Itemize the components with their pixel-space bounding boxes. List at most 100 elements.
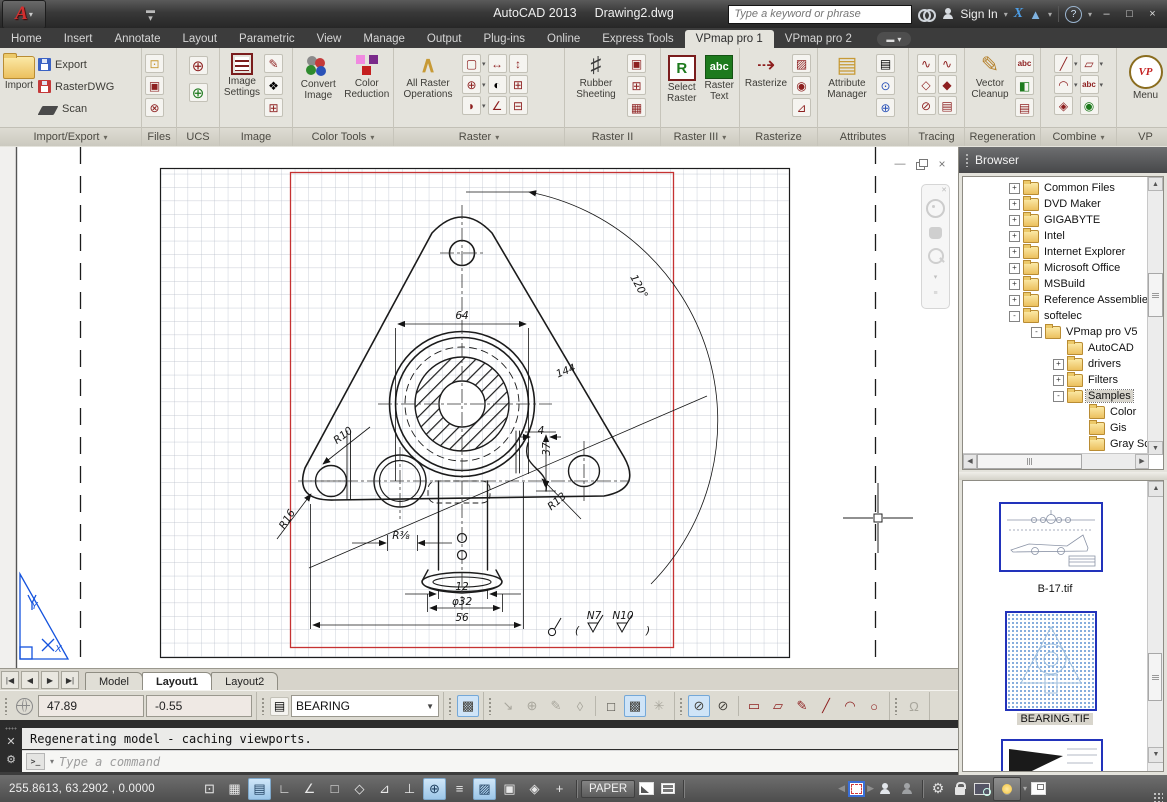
workspace-gear-icon[interactable]: ⚙ [927,779,949,799]
expand-icon[interactable]: + [1009,183,1020,194]
tree-item-gis[interactable]: Gis [963,420,1147,436]
navigation-bar[interactable]: ✕ ▾ ≡ [921,184,950,309]
hardware-acceleration-icon[interactable] [971,779,993,799]
ortho-mode-toggle[interactable]: ∟ [273,778,296,800]
help-icon[interactable]: ? [1065,6,1082,23]
steering-wheel-icon[interactable] [926,199,945,218]
raster-angle-button[interactable]: ∠ [488,96,507,115]
regen-fill-button[interactable]: ◧ [1015,76,1034,95]
chevron-down-icon[interactable]: ▾ [1074,60,1078,68]
object-snap-toggle[interactable]: □ [323,778,346,800]
tree-item-drivers[interactable]: +drivers [963,356,1147,372]
prev-viewport-icon[interactable]: ◀ [838,783,845,794]
ribbon-display-toggle[interactable]: ▬▾ [877,32,911,46]
draw-pen-button[interactable]: ✎ [791,695,813,717]
last-tab-icon[interactable]: ▶| [61,671,79,689]
tree-horizontal-scrollbar[interactable]: ◀ ▶ [963,453,1149,469]
regen-text-button[interactable]: abc [1015,54,1034,73]
image-settings-button[interactable]: Image Settings [223,50,261,98]
chevron-down-icon[interactable]: ▾ [1100,60,1104,68]
collapse-icon[interactable]: - [1031,327,1042,338]
raster-entity-select-button[interactable]: ▩ [457,695,479,717]
all-raster-operations-button[interactable]: ∧ All Raster Operations [397,50,459,100]
clean-screen-icon[interactable] [1027,779,1049,799]
draw-polygon-button[interactable]: ▱ [767,695,789,717]
polar-tracking-toggle[interactable]: ∠ [298,778,321,800]
panel-label-vp[interactable]: VP [1117,127,1167,146]
raster-deskew-button[interactable]: ◗ [462,96,481,115]
scrollbar-thumb[interactable] [1148,653,1162,701]
panel-label-import-export[interactable]: Import/Export▾ [0,127,141,146]
collapse-icon[interactable]: - [1053,391,1064,402]
exchange-apps-icon[interactable]: X [1014,6,1023,22]
drag-grip-icon[interactable] [488,697,492,715]
navbar-menu-icon[interactable]: ≡ [933,290,937,297]
layout-tab-layout1[interactable]: Layout1 [142,672,212,691]
panel-label-combine[interactable]: Combine▾ [1041,127,1116,146]
raster-frame-button[interactable]: ⊞ [509,75,528,94]
panel-label-image[interactable]: Image [220,127,292,146]
expand-icon[interactable]: + [1009,199,1020,210]
3d-object-snap-toggle[interactable]: ◇ [348,778,371,800]
viewport-preview-icon[interactable] [845,779,867,799]
viewport-restore-icon[interactable] [914,159,928,171]
tree-item-vpmap-pro-v5[interactable]: -VPmap pro V5 [963,324,1147,340]
image-palette-button[interactable]: ❖ [264,76,283,95]
selection-cycling-toggle[interactable]: ◈ [523,778,546,800]
chevron-down-icon[interactable]: ▾ [934,273,938,281]
trace-area-fill-button[interactable]: ◆ [938,75,957,94]
collapse-icon[interactable]: - [1009,311,1020,322]
combine-hatch-button[interactable]: ◈ [1054,96,1073,115]
ribbon-tab-online[interactable]: Online [536,30,591,48]
attribute-settings-button[interactable]: ⊕ [876,98,895,117]
rasterize-page-button[interactable]: ▨ [792,54,811,73]
combine-circle-button[interactable]: ◉ [1080,96,1099,115]
sign-in-button[interactable]: Sign In [960,7,997,21]
drag-grip-icon[interactable] [5,727,17,730]
ribbon-tab-manage[interactable]: Manage [352,30,416,48]
grid-display-toggle[interactable]: ▤ [248,778,271,800]
command-input[interactable]: Type a command [59,755,160,769]
tree-item-filters[interactable]: +Filters [963,372,1147,388]
thumbnail-b17[interactable] [999,502,1103,572]
layout-icon[interactable] [635,779,657,799]
lineweight-toggle[interactable]: ≡ [448,778,471,800]
chevron-down-icon[interactable]: ▾ [482,81,486,89]
thumbnail-vertical-scrollbar[interactable]: ▲ ▼ [1147,481,1163,771]
snap-raster-off-button[interactable]: ⊘ [688,695,710,717]
ribbon-tab-output[interactable]: Output [416,30,473,48]
application-menu-button[interactable]: A ▾ [2,0,46,29]
scroll-down-icon[interactable]: ▼ [1148,441,1163,455]
isolate-objects-bulb-icon[interactable] [993,777,1021,801]
prev-tab-icon[interactable]: ◀ [21,671,39,689]
file-tools-button[interactable]: ⊗ [145,98,164,117]
chevron-down-icon[interactable]: ▾ [482,60,486,68]
transparency-toggle[interactable]: ▨ [473,778,496,800]
raster-move-h-button[interactable]: ↔ [488,54,507,73]
ribbon-tab-annotate[interactable]: Annotate [103,30,171,48]
tree-vertical-scrollbar[interactable]: ▲ ▼ [1147,177,1163,455]
attribute-search-button[interactable]: ⊙ [876,76,895,95]
raster2-tiles-button[interactable]: ▦ [627,98,646,117]
raster-text-button[interactable]: abc Raster Text [702,50,736,102]
tree-item-internet-explorer[interactable]: +Internet Explorer [963,244,1147,260]
chevron-down-icon[interactable]: ▾ [1088,10,1092,19]
layout-tab-model[interactable]: Model [85,672,143,691]
thumbnail-label[interactable]: BEARING.TIF [965,713,1145,725]
coord-x-field[interactable]: 47.89 [38,695,144,717]
image-pick-button[interactable]: ✎ [264,54,283,73]
attribute-manager-button[interactable]: ▤ Attribute Manager [821,50,873,100]
draw-circle-button[interactable]: ○ [863,695,885,717]
anchor-button[interactable]: Ω [903,695,925,717]
panel-label-color-tools[interactable]: Color Tools▾ [293,127,393,146]
rasterize-object-button[interactable]: ◉ [792,76,811,95]
chevron-down-icon[interactable]: ▾ [482,102,486,110]
quick-view-layouts-icon[interactable] [657,779,679,799]
scan-button[interactable]: Scan [38,98,114,119]
panel-label-ucs[interactable]: UCS [177,127,219,146]
raster-invert-button[interactable]: ◐ [488,75,507,94]
autodesk-360-icon[interactable]: ▲ [1029,7,1042,22]
panel-label-rasterize[interactable]: Rasterize [740,127,817,146]
annotation-scale-person-icon[interactable] [874,779,896,799]
object-snap-tracking-toggle[interactable]: ⊿ [373,778,396,800]
